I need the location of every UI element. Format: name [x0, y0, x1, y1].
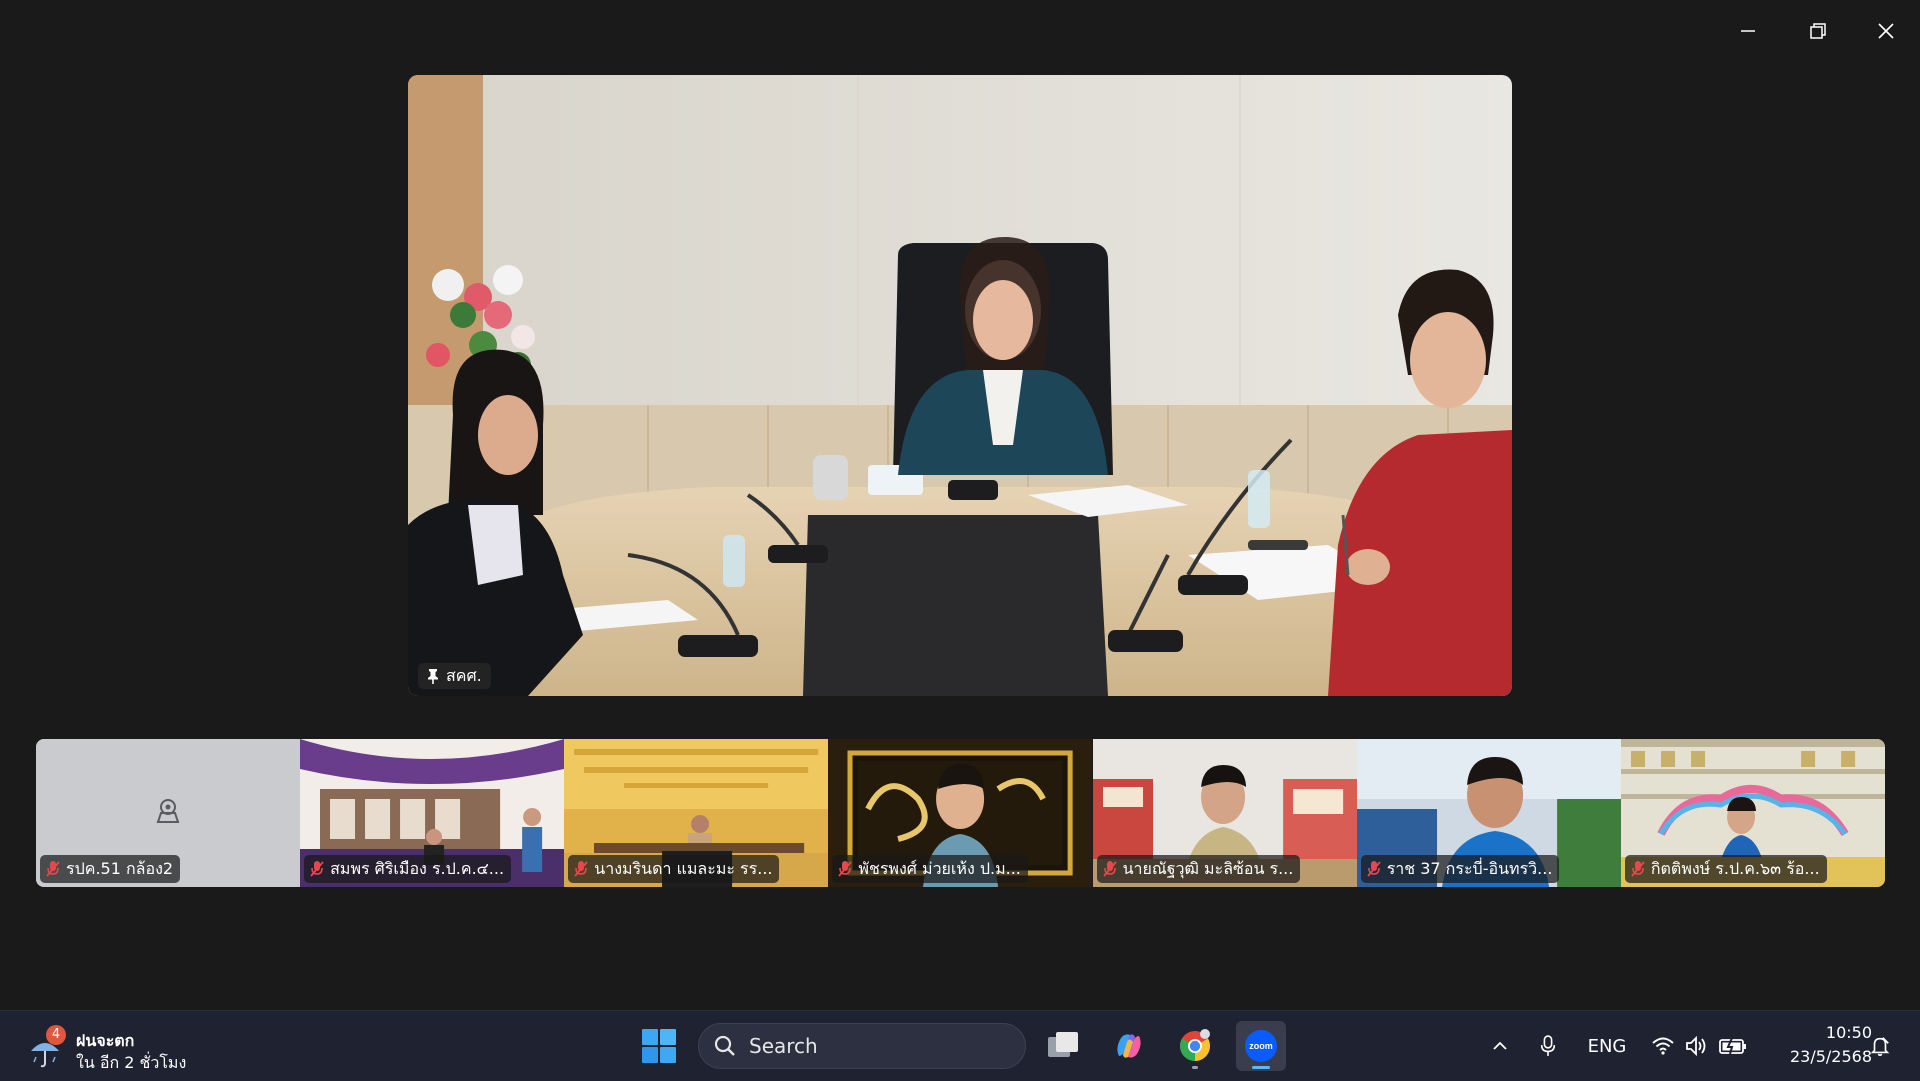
wifi-icon	[1652, 1037, 1674, 1055]
speaker-volume-icon	[1686, 1036, 1706, 1056]
tray-microphone[interactable]	[1532, 1027, 1564, 1065]
mic-muted-icon	[46, 861, 60, 877]
participant-name-tag: กิตติพงษ์ ร.ป.ค.๖๓ ร้อ...	[1624, 855, 1827, 883]
start-button[interactable]	[634, 1021, 684, 1071]
participant-name-tag: ราช 37 กระบี่-อินทรวิ...	[1360, 855, 1560, 883]
participant-tile[interactable]: พัชรพงศ์ ม่วยเห้ง ป.ม...	[828, 739, 1093, 887]
speaker-name: สคศ.	[446, 665, 482, 685]
participant-name-tag: สมพร ศิริเมือง ร.ป.ค.๔...	[304, 855, 512, 883]
zoom-button[interactable]: zoom	[1236, 1021, 1286, 1071]
task-view-button[interactable]	[1038, 1021, 1088, 1071]
mic-muted-icon	[1367, 861, 1381, 877]
zoom-icon: zoom	[1245, 1030, 1277, 1062]
participant-tile[interactable]: รปค.51 กล้อง2	[36, 739, 301, 887]
participant-name: รปค.51 กล้อง2	[66, 858, 174, 878]
participant-name: พัชรพงศ์ ม่วยเห้ง ป.ม...	[858, 858, 1021, 878]
pin-icon	[428, 669, 438, 684]
search-label: Search	[749, 1034, 818, 1058]
windows-start-icon	[642, 1029, 676, 1063]
camera-off-icon	[156, 799, 180, 823]
minimize-icon	[1741, 30, 1755, 32]
participant-name: สมพร ศิริเมือง ร.ป.ค.๔...	[330, 858, 505, 878]
taskbar-search-box[interactable]: Search	[698, 1023, 1026, 1069]
tray-wifi[interactable]	[1648, 1027, 1678, 1065]
svg-text:zoom: zoom	[1249, 1041, 1273, 1051]
restore-icon	[1810, 23, 1826, 39]
speaker-name-tag: สคศ.	[418, 663, 491, 689]
zoom-active-indicator	[1252, 1066, 1270, 1069]
participant-strip: รปค.51 กล้อง2 สมพร ศิริเมือง ร.ป.ค.๔...	[36, 739, 1885, 887]
chevron-up-icon	[1493, 1041, 1507, 1050]
copilot-button[interactable]	[1104, 1021, 1154, 1071]
taskbar: 4 ฝนจะตก ใน อีก 2 ชั่วโมง Search zoom EN…	[0, 1010, 1920, 1081]
clock-time: 10:50	[1825, 1023, 1872, 1042]
participant-name: นายณัฐวุฒิ มะลิซ้อน ร...	[1122, 858, 1294, 878]
participant-name: นางมรินดา แมละมะ รร...	[594, 858, 773, 878]
participant-name-tag: นายณัฐวุฒิ มะลิซ้อน ร...	[1096, 855, 1301, 883]
mic-muted-icon	[310, 861, 324, 877]
copilot-icon	[1117, 1034, 1141, 1058]
participant-tile[interactable]: กิตติพงษ์ ร.ป.ค.๖๓ ร้อ...	[1620, 739, 1885, 887]
main-speaker-video[interactable]: สคศ.	[408, 75, 1512, 696]
notification-bell-icon	[1870, 1037, 1890, 1056]
mic-muted-icon	[838, 861, 853, 877]
chrome-button[interactable]	[1170, 1021, 1220, 1071]
mic-muted-icon	[1631, 861, 1645, 877]
show-hidden-icons-button[interactable]	[1484, 1027, 1516, 1065]
participant-name: ราช 37 กระบี่-อินทรวิ...	[1386, 858, 1553, 878]
clock-date: 23/5/2568	[1789, 1047, 1872, 1066]
participant-name-tag: รปค.51 กล้อง2	[40, 855, 181, 883]
participant-name: กิตติพงษ์ ร.ป.ค.๖๓ ร้อ...	[1650, 858, 1820, 878]
close-icon	[1878, 23, 1894, 39]
search-icon	[714, 1035, 735, 1056]
minimize-button[interactable]	[1726, 14, 1770, 48]
tray-battery[interactable]	[1716, 1027, 1750, 1065]
participant-tile[interactable]: นางมรินดา แมละมะ รร...	[564, 739, 829, 887]
close-button[interactable]	[1864, 14, 1908, 48]
participant-name-tag: พัชรพงศ์ ม่วยเห้ง ป.ม...	[832, 855, 1028, 883]
restore-button[interactable]	[1796, 14, 1840, 48]
weather-widget[interactable]: 4 ฝนจะตก ใน อีก 2 ชั่วโมง	[24, 1017, 224, 1073]
taskbar-clock[interactable]: 10:50 23/5/2568	[1762, 1021, 1872, 1069]
task-view-icon	[1048, 1032, 1078, 1057]
chrome-icon	[1179, 1029, 1211, 1061]
mic-muted-icon	[574, 861, 588, 877]
meeting-room-scene	[408, 75, 1512, 696]
participant-tile[interactable]: ราช 37 กระบี่-อินทรวิ...	[1356, 739, 1621, 887]
chrome-running-indicator	[1192, 1066, 1198, 1069]
microphone-icon	[1540, 1035, 1556, 1056]
battery-charging-icon	[1719, 1037, 1746, 1055]
notification-center-button[interactable]	[1862, 1027, 1898, 1065]
input-language[interactable]: ENG	[1582, 1027, 1632, 1065]
participant-tile[interactable]: สมพร ศิริเมือง ร.ป.ค.๔...	[300, 739, 565, 887]
mic-muted-icon	[1102, 861, 1117, 877]
participant-tile[interactable]: นายณัฐวุฒิ มะลิซ้อน ร...	[1092, 739, 1357, 887]
participant-name-tag: นางมรินดา แมละมะ รร...	[568, 855, 780, 883]
weather-badge: 4	[46, 1025, 66, 1045]
tray-volume[interactable]	[1682, 1027, 1712, 1065]
weather-subtitle: ใน อีก 2 ชั่วโมง	[76, 1053, 187, 1072]
